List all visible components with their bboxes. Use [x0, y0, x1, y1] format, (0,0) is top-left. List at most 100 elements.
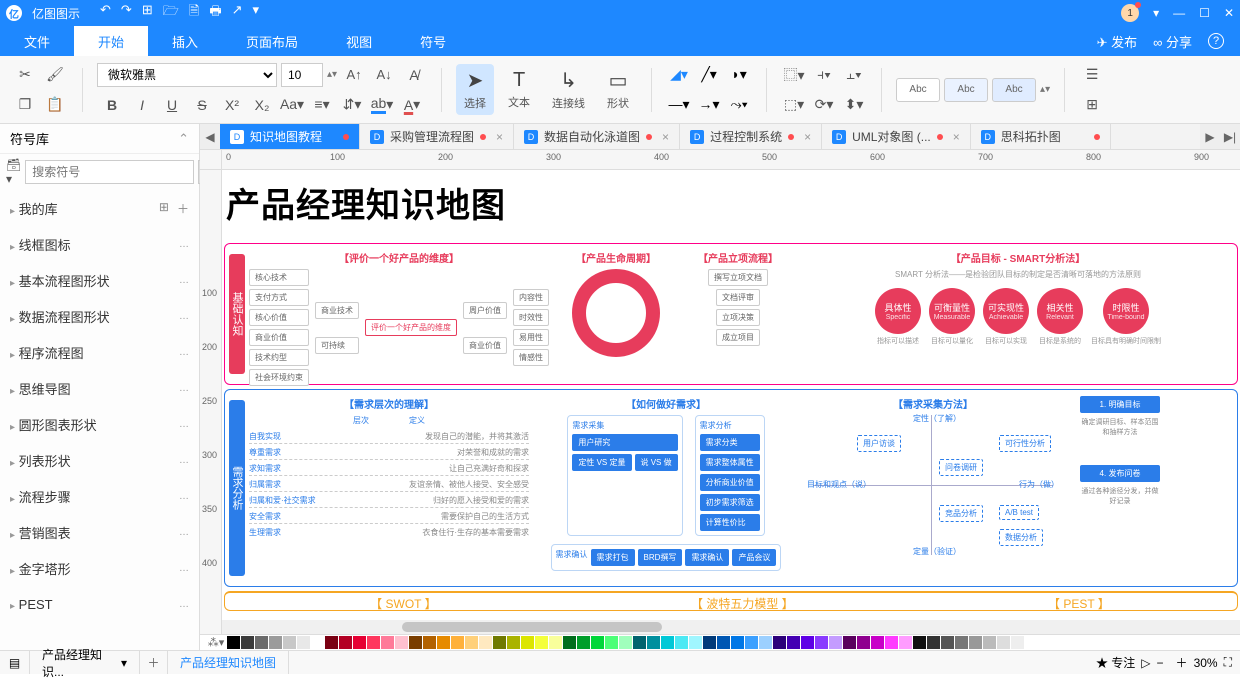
color-swatch[interactable] — [885, 636, 898, 649]
category-item[interactable]: ▸ 思维导图… — [0, 370, 199, 406]
new-button[interactable]: ⊞ — [142, 2, 153, 24]
color-swatch[interactable] — [325, 636, 338, 649]
color-swatch[interactable] — [633, 636, 646, 649]
shadow-button[interactable]: ◗▾ — [726, 62, 752, 88]
color-swatch[interactable] — [703, 636, 716, 649]
color-swatch[interactable] — [801, 636, 814, 649]
color-swatch[interactable] — [983, 636, 996, 649]
user-avatar[interactable]: 1 — [1121, 4, 1139, 22]
color-swatch[interactable] — [479, 636, 492, 649]
color-swatch[interactable] — [423, 636, 436, 649]
focus-mode-button[interactable]: ★ 专注 — [1096, 654, 1135, 671]
color-swatch[interactable] — [913, 636, 926, 649]
color-swatch[interactable] — [451, 636, 464, 649]
font-size-input[interactable] — [281, 63, 323, 87]
menu-view[interactable]: 视图 — [322, 26, 396, 56]
tab-nav-right[interactable]: ▶ — [1200, 124, 1220, 149]
doc-tab[interactable]: D知识地图教程 — [220, 124, 360, 149]
doc-tab[interactable]: D数据自动化泳道图× — [514, 124, 680, 149]
redo-button[interactable]: ↷ — [121, 2, 132, 24]
color-swatch[interactable] — [941, 636, 954, 649]
color-swatch[interactable] — [577, 636, 590, 649]
fill-color-button[interactable]: ◢▾ — [666, 62, 692, 88]
add-lib-icon[interactable]: ⊞ — [159, 200, 169, 217]
color-swatch[interactable] — [1011, 636, 1024, 649]
menu-page-layout[interactable]: 页面布局 — [222, 26, 322, 56]
color-swatch[interactable] — [311, 636, 324, 649]
color-swatch[interactable] — [395, 636, 408, 649]
menu-home[interactable]: 开始 — [74, 26, 148, 56]
undo-button[interactable]: ↶ — [100, 2, 111, 24]
color-swatch[interactable] — [647, 636, 660, 649]
category-item[interactable]: ▸ 基本流程图形状… — [0, 262, 199, 298]
category-item[interactable]: ▸ 程序流程图… — [0, 334, 199, 370]
open-button[interactable]: 🗁 — [163, 2, 179, 24]
zoom-in-button[interactable]: ＋ — [1176, 654, 1188, 671]
color-swatch[interactable] — [689, 636, 702, 649]
line-spacing-button[interactable]: ⇵▾ — [339, 92, 365, 118]
text-tool[interactable]: T文本 — [500, 65, 538, 114]
zoom-value[interactable]: 30% — [1194, 656, 1218, 670]
style-preset-3[interactable]: Abc — [992, 78, 1036, 102]
color-swatch[interactable] — [437, 636, 450, 649]
color-swatch[interactable] — [969, 636, 982, 649]
my-library[interactable]: ▸ 我的库 ⊞＋ — [0, 190, 199, 226]
text-case-button[interactable]: Aa▾ — [279, 92, 305, 118]
dropdown-icon[interactable]: ▾ — [1153, 6, 1159, 20]
color-swatch[interactable] — [255, 636, 268, 649]
color-swatch[interactable] — [465, 636, 478, 649]
cut-button[interactable]: ✂ — [12, 62, 38, 88]
color-swatch[interactable] — [563, 636, 576, 649]
highlight-button[interactable]: ab▾ — [369, 92, 395, 118]
color-swatch[interactable] — [871, 636, 884, 649]
line-style-button[interactable]: —▾ — [666, 92, 692, 118]
close-window-button[interactable]: ✕ — [1224, 6, 1234, 20]
close-icon[interactable]: × — [496, 130, 503, 144]
bullets-button[interactable]: ≡▾ — [309, 92, 335, 118]
decrease-font-button[interactable]: A↓ — [371, 62, 397, 88]
properties-button[interactable]: ⊞ — [1079, 92, 1105, 118]
color-swatch[interactable] — [759, 636, 772, 649]
fit-page-button[interactable]: ⛶ — [1224, 655, 1232, 670]
bring-forward-button[interactable]: ⬚▾ — [781, 92, 807, 118]
group-button[interactable]: ⿴▾ — [781, 62, 807, 88]
color-swatch[interactable] — [717, 636, 730, 649]
help-button[interactable]: ? — [1208, 33, 1224, 49]
print-button[interactable]: 🖶 — [209, 2, 221, 24]
subscript-button[interactable]: X₂ — [249, 92, 275, 118]
page-layout-icon[interactable]: ▤ — [0, 651, 30, 674]
color-swatch[interactable] — [409, 636, 422, 649]
category-item[interactable]: ▸ 列表形状… — [0, 442, 199, 478]
color-swatch[interactable] — [339, 636, 352, 649]
size-button[interactable]: ⬍▾ — [841, 92, 867, 118]
clear-format-button[interactable]: A̸ — [401, 62, 427, 88]
category-item[interactable]: ▸ 流程步骤… — [0, 478, 199, 514]
share-button[interactable]: ∞ 分享 — [1153, 32, 1192, 51]
format-painter-button[interactable]: 🖌 — [42, 62, 68, 88]
page-picker[interactable]: 产品经理知识...▾ — [30, 651, 140, 674]
category-item[interactable]: ▸ 金字塔形… — [0, 550, 199, 586]
eyedropper-icon[interactable]: ⁂▾ — [206, 636, 226, 649]
color-swatch[interactable] — [927, 636, 940, 649]
connector-style-button[interactable]: ⤳▾ — [726, 92, 752, 118]
close-icon[interactable]: × — [953, 130, 960, 144]
increase-font-button[interactable]: A↑ — [341, 62, 367, 88]
zoom-out-button[interactable]: − — [1157, 656, 1164, 670]
color-swatch[interactable] — [787, 636, 800, 649]
category-item[interactable]: ▸ 圆形图表形状… — [0, 406, 199, 442]
color-swatch[interactable] — [507, 636, 520, 649]
copy-button[interactable]: ❐ — [12, 92, 38, 118]
category-item[interactable]: ▸ 营销图表… — [0, 514, 199, 550]
color-swatch[interactable] — [773, 636, 786, 649]
align-button[interactable]: ⫞▾ — [811, 62, 837, 88]
line-color-button[interactable]: ╱▾ — [696, 62, 722, 88]
color-swatch[interactable] — [815, 636, 828, 649]
color-swatch[interactable] — [381, 636, 394, 649]
menu-file[interactable]: 文件 — [0, 26, 74, 56]
color-swatch[interactable] — [521, 636, 534, 649]
minimize-button[interactable]: — — [1173, 6, 1185, 20]
new-lib-icon[interactable]: ＋ — [177, 200, 189, 217]
color-swatch[interactable] — [367, 636, 380, 649]
color-swatch[interactable] — [829, 636, 842, 649]
doc-tab[interactable]: D过程控制系统× — [680, 124, 822, 149]
